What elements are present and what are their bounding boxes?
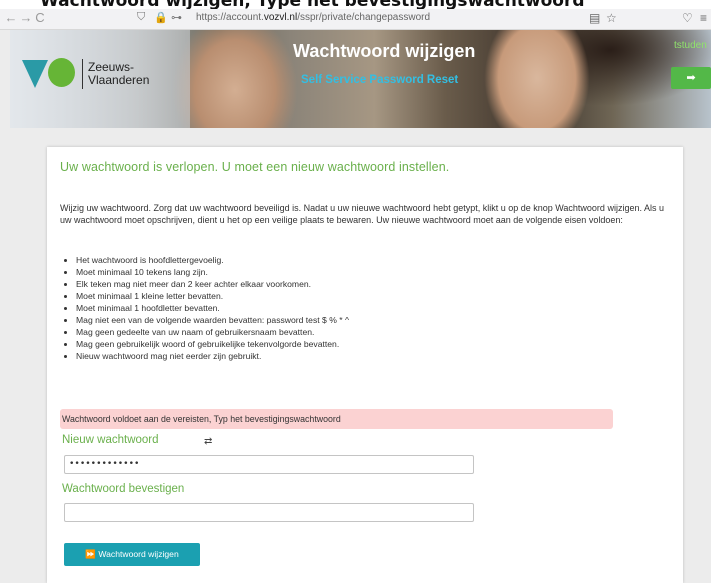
lock-icon[interactable]: 🔒	[154, 11, 168, 24]
menu-icon[interactable]: ≡	[700, 11, 707, 25]
forward-icon[interactable]: →	[19, 11, 33, 25]
expired-heading: Uw wachtwoord is verlopen. U moet een ni…	[60, 160, 450, 174]
logo-v-mark	[22, 60, 48, 88]
confirm-password-label: Wachtwoord bevestigen	[62, 483, 185, 495]
logo-text: Zeeuws- Vlaanderen	[88, 61, 149, 87]
logout-button[interactable]: ➡	[671, 67, 711, 89]
header-subtitle: Self Service Password Reset	[301, 74, 459, 86]
bookmark-star-icon[interactable]: ☆	[606, 11, 617, 25]
list-item: Mag geen gebruikelijk woord of gebruikel…	[76, 338, 349, 350]
url-text[interactable]: https://account.vozvl.nl/sspr/private/ch…	[196, 12, 430, 23]
logo-text-line2: Vlaanderen	[88, 73, 150, 87]
browser-toolbar: ← → C ⛉ 🔒 ⊶ https://account.vozvl.nl/ssp…	[0, 9, 711, 30]
back-icon[interactable]: ←	[4, 11, 18, 25]
header-banner: Zeeuws- Vlaanderen Wachtwoord wijzigen S…	[10, 30, 711, 128]
header-title: Wachtwoord wijzigen	[293, 41, 476, 61]
change-password-button[interactable]: ⏩ Wachtwoord wijzigen	[64, 543, 200, 566]
reload-icon[interactable]: C	[33, 11, 47, 25]
list-item: Mag geen gedeelte van uw naam of gebruik…	[76, 326, 349, 338]
list-item: Elk teken mag niet meer dan 2 keer achte…	[76, 278, 349, 290]
new-password-label: Nieuw wachtwoord	[62, 434, 159, 446]
page-title-text: Wachtwoord wijzigen, Type het bevestigin…	[40, 0, 585, 9]
intro-text: Wijzig uw wachtwoord. Zorg dat uw wachtw…	[60, 203, 664, 225]
list-item: Moet minimaal 10 tekens lang zijn.	[76, 266, 349, 278]
change-password-card: Uw wachtwoord is verlopen. U moet een ni…	[47, 147, 683, 583]
logo[interactable]: Zeeuws- Vlaanderen	[10, 30, 190, 128]
username: tstuden	[674, 40, 707, 51]
list-item: Het wachtwoord is hoofdlettergevoelig.	[76, 254, 349, 266]
logo-separator	[82, 59, 83, 89]
confirm-password-field[interactable]	[64, 503, 474, 522]
page-title: Wachtwoord wijzigen, Type het bevestigin…	[0, 0, 711, 9]
list-item: Moet minimaal 1 kleine letter bevatten.	[76, 290, 349, 302]
permissions-icon[interactable]: ⊶	[171, 11, 182, 24]
list-item: Nieuw wachtwoord mag niet eerder zijn ge…	[76, 350, 349, 362]
pocket-icon[interactable]: ♡	[682, 11, 693, 25]
new-password-field[interactable]: •••••••••••••	[64, 455, 474, 474]
status-alert: Wachtwoord voldoet aan de vereisten, Typ…	[60, 409, 613, 429]
logo-o-mark	[48, 58, 75, 87]
list-item: Moet minimaal 1 hoofdletter bevatten.	[76, 302, 349, 314]
reader-view-icon[interactable]: ▤	[589, 11, 600, 25]
address-bar[interactable]: ⛉ 🔒 ⊶ https://account.vozvl.nl/sspr/priv…	[137, 10, 622, 27]
show-password-toggle-icon[interactable]: ⇄	[204, 436, 212, 447]
requirements-list: Het wachtwoord is hoofdlettergevoelig. M…	[66, 254, 349, 362]
logout-icon: ➡	[686, 72, 696, 84]
list-item: Mag niet een van de volgende waarden bev…	[76, 314, 349, 326]
shield-icon: ⛉	[137, 11, 146, 23]
